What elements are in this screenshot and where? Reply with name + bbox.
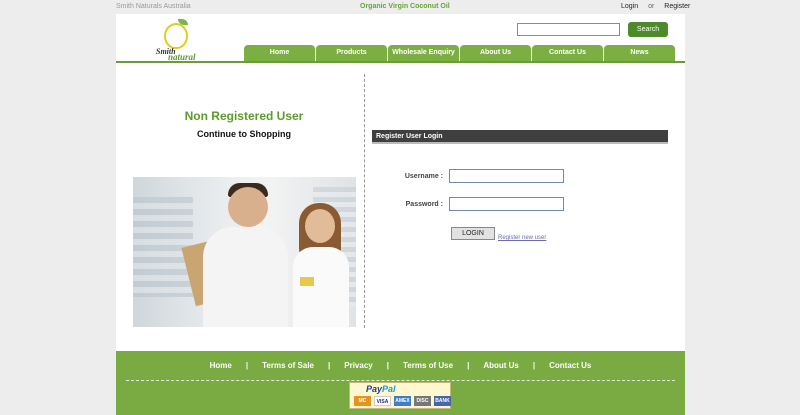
search-input[interactable] [517,23,620,36]
footer-links: Home | Terms of Sale | Privacy | Terms o… [116,361,685,370]
nav-contact-us[interactable]: Contact Us [532,45,603,61]
site-logo[interactable]: Smith natural [156,19,208,62]
continue-shopping-link[interactable]: Continue to Shopping [116,129,372,139]
nav-underline [116,61,685,63]
nav-news[interactable]: News [604,45,675,61]
nav-home[interactable]: Home [244,45,315,61]
auth-links: Login or Register [621,3,698,10]
paypal-pay-text: Pay [366,384,383,394]
footer-link-about-us[interactable]: About Us [471,361,531,370]
nav-about-us[interactable]: About Us [460,45,531,61]
nav-wholesale-enquiry[interactable]: Wholesale Enquiry [388,45,459,61]
nav-products[interactable]: Products [316,45,387,61]
username-label: Username : [404,173,443,180]
footer-link-contact-us[interactable]: Contact Us [537,361,603,370]
discover-icon: DISC [414,396,431,406]
username-field[interactable] [449,169,564,183]
password-field[interactable] [449,197,564,211]
footer-link-terms-of-sale[interactable]: Terms of Sale [250,361,326,370]
site-tagline: Organic Virgin Coconut Oil [360,3,450,10]
main-nav: Home Products Wholesale Enquiry About Us… [244,45,676,61]
paypal-badge: PayPal MC VISA AMEX DISC BANK [349,382,451,409]
non-registered-title: Non Registered User [184,109,304,123]
login-button[interactable]: LOGIN [451,227,495,240]
bank-icon: BANK [434,396,451,406]
shopping-couple-image [133,177,356,327]
footer-link-privacy[interactable]: Privacy [332,361,384,370]
logo-coconut-icon [164,23,188,49]
register-link[interactable]: Register [664,3,690,10]
paypal-logo: PayPal [366,384,396,394]
paypal-pal-text: Pal [382,384,396,394]
login-link[interactable]: Login [621,3,638,10]
footer-link-terms-of-use[interactable]: Terms of Use [391,361,465,370]
visa-icon: VISA [374,396,391,406]
page-container: Smith natural Search Home Products Whole… [116,14,685,415]
or-text: or [648,3,655,10]
mastercard-icon: MC [354,396,371,406]
search-button[interactable]: Search [628,22,668,37]
amex-icon: AMEX [394,396,411,406]
login-panel-header: Register User Login [372,130,668,144]
footer: Home | Terms of Sale | Privacy | Terms o… [116,351,685,415]
footer-rule [126,380,675,381]
top-bar: Smith Naturals Australia Organic Virgin … [0,0,800,14]
register-new-user-link[interactable]: Register new user [498,235,546,241]
site-name: Smith Naturals Australia [116,3,191,10]
password-label: Password : [405,201,443,208]
footer-link-home[interactable]: Home [198,361,244,370]
payment-cards: MC VISA AMEX DISC BANK [354,396,454,406]
